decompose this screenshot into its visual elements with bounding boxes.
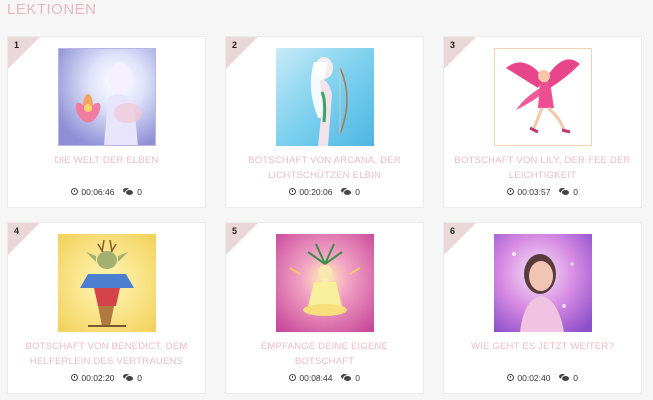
lesson-comment-count: 0 bbox=[355, 372, 360, 383]
lesson-comment-count: 0 bbox=[573, 186, 578, 197]
lesson-title[interactable]: BOTSCHAFT VON BENEDICT, DEM HELFERLEIN D… bbox=[14, 339, 199, 369]
clock-icon bbox=[507, 374, 515, 382]
lesson-comment-count: 0 bbox=[573, 372, 578, 383]
lesson-card-4[interactable]: 4 BOTSCHAFT VON BENEDICT, DEM HELFERLEIN… bbox=[7, 222, 206, 394]
lesson-title[interactable]: WIE GEHT ES JETZT WEITER? bbox=[450, 339, 635, 354]
lesson-meta: 00:20:06 0 bbox=[226, 186, 423, 197]
comments-icon bbox=[122, 188, 133, 196]
comments-icon bbox=[558, 374, 569, 382]
archer-elf-painting[interactable] bbox=[275, 48, 374, 146]
lesson-duration: 00:06:46 bbox=[81, 186, 115, 197]
lesson-title[interactable]: BOTSCHAFT VON LILY, DER FEE DER LEICHTIG… bbox=[450, 153, 635, 183]
lesson-card-5[interactable]: 5 EMPFANGE DEINE EIGENE BOTSCHAFT 00:08:… bbox=[225, 222, 424, 394]
lesson-number: 6 bbox=[450, 226, 456, 236]
lesson-card-3[interactable]: 3 BOTSCHAFT VON LILY, DER FEE DER LEICHT… bbox=[443, 36, 642, 208]
lesson-comment-count: 0 bbox=[137, 372, 142, 383]
lesson-meta: 00:02:20 0 bbox=[8, 372, 205, 383]
lesson-number: 5 bbox=[232, 226, 238, 236]
clock-icon bbox=[507, 188, 515, 196]
woman-portrait-photo[interactable] bbox=[493, 234, 592, 332]
lesson-card-6[interactable]: 6 WIE GEHT ES JETZT WEITER? 00:02:40 0 bbox=[443, 222, 642, 394]
comments-icon bbox=[340, 188, 351, 196]
benedict-helper-drawing[interactable] bbox=[57, 234, 156, 332]
comments-icon bbox=[340, 374, 351, 382]
corner-ribbon bbox=[444, 37, 476, 69]
lesson-duration: 00:02:40 bbox=[517, 372, 551, 383]
corner-ribbon bbox=[444, 223, 476, 255]
lesson-duration: 00:03:57 bbox=[517, 186, 551, 197]
comments-icon bbox=[122, 374, 133, 382]
lesson-meta: 00:06:46 0 bbox=[8, 186, 205, 197]
corner-ribbon bbox=[226, 37, 258, 69]
pink-fairy-illustration[interactable] bbox=[493, 48, 592, 146]
corner-ribbon bbox=[8, 223, 40, 255]
lesson-comment-count: 0 bbox=[355, 186, 360, 197]
corner-ribbon bbox=[226, 223, 258, 255]
elf-lotus-painting[interactable] bbox=[57, 48, 156, 146]
lesson-number: 2 bbox=[232, 40, 238, 50]
lesson-meta: 00:03:57 0 bbox=[444, 186, 641, 197]
lesson-number: 4 bbox=[14, 226, 20, 236]
clock-icon bbox=[289, 188, 297, 196]
lesson-title[interactable]: EMPFANGE DEINE EIGENE BOTSCHAFT bbox=[232, 339, 417, 369]
lesson-duration: 00:08:44 bbox=[299, 372, 333, 383]
lesson-card-2[interactable]: 2 BOTSCHAFT VON ARCANA, DER LICHTSCHÜTZE… bbox=[225, 36, 424, 208]
lesson-duration: 00:02:20 bbox=[81, 372, 115, 383]
clock-icon bbox=[289, 374, 297, 382]
clock-icon bbox=[71, 188, 79, 196]
lesson-number: 3 bbox=[450, 40, 456, 50]
lesson-meta: 00:02:40 0 bbox=[444, 372, 641, 383]
lesson-card-1[interactable]: 1 DIE WELT DER ELBEN 00:06:46 0 bbox=[7, 36, 206, 208]
clock-icon bbox=[71, 374, 79, 382]
lesson-title[interactable]: DIE WELT DER ELBEN bbox=[14, 153, 199, 168]
lesson-number: 1 bbox=[14, 40, 20, 50]
lesson-meta: 00:08:44 0 bbox=[226, 372, 423, 383]
lesson-duration: 00:20:06 bbox=[299, 186, 333, 197]
page-title: LEKTIONEN bbox=[7, 1, 97, 18]
lesson-comment-count: 0 bbox=[137, 186, 142, 197]
lesson-title[interactable]: BOTSCHAFT VON ARCANA, DER LICHTSCHÜTZEN … bbox=[232, 153, 417, 183]
meditating-figure-painting[interactable] bbox=[275, 234, 374, 332]
comments-icon bbox=[558, 188, 569, 196]
corner-ribbon bbox=[8, 37, 40, 69]
